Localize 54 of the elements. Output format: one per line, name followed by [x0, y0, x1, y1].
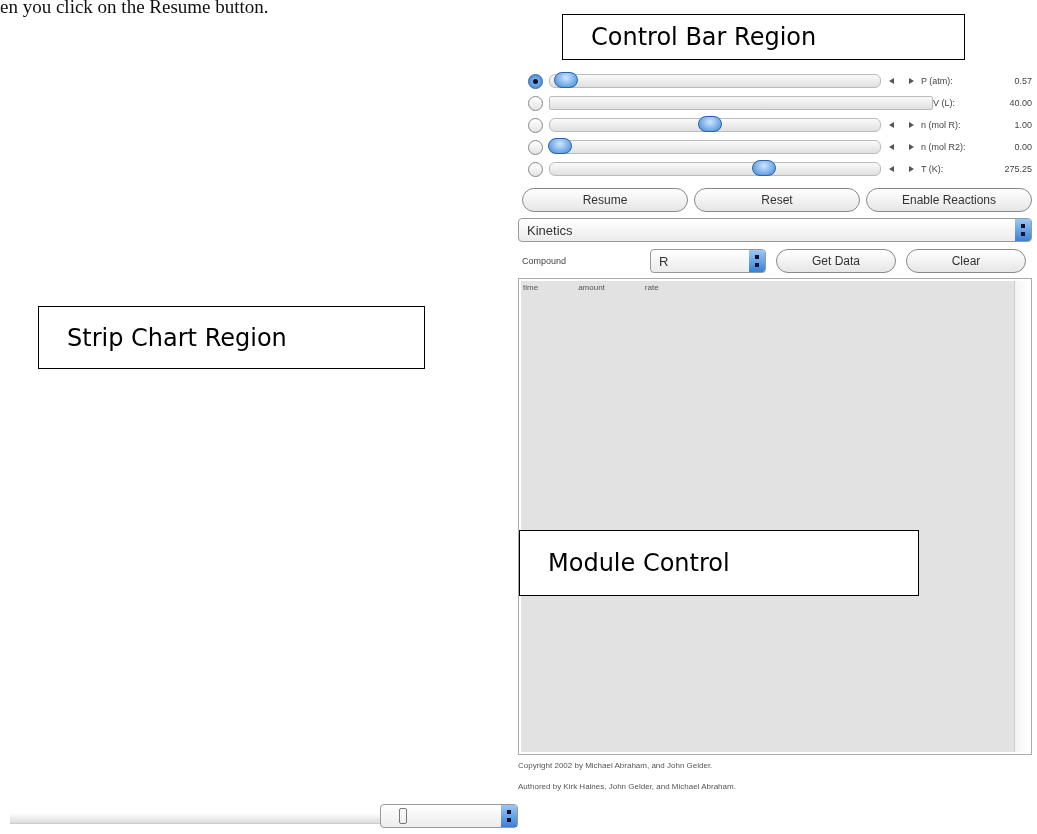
column-header: rate [644, 283, 659, 292]
right-arrow-icon[interactable] [908, 78, 914, 84]
annotation-box: Control Bar Region [562, 14, 965, 60]
radio-button[interactable] [528, 95, 543, 111]
radio-button[interactable] [528, 117, 543, 133]
annotation-box: Module Control [519, 530, 919, 596]
action-button[interactable]: Clear [906, 249, 1026, 273]
control-label: V (L): [933, 98, 956, 108]
right-arrow-icon[interactable] [908, 144, 914, 150]
handle-icon [399, 808, 407, 824]
left-arrow-icon[interactable] [888, 166, 894, 172]
radio-button[interactable] [528, 161, 543, 177]
control-value: 40.00 [1008, 98, 1032, 108]
slider-track[interactable] [549, 74, 881, 88]
column-header: amount [578, 283, 605, 292]
slider-thumb[interactable] [548, 138, 572, 154]
credit-text: Copyright 2002 by Michael Abraham, and John Gelder. [518, 761, 714, 770]
left-arrow-icon[interactable] [888, 78, 894, 84]
slider-track[interactable] [549, 162, 881, 176]
control-value: 1.00 [1013, 120, 1032, 130]
slider-thumb[interactable] [752, 160, 776, 176]
control-label: n (mol R2): [921, 142, 967, 152]
stepper-icon [501, 805, 517, 827]
control-label: T (K): [921, 164, 945, 174]
radio-button[interactable] [528, 73, 543, 89]
compound-label: Compound [522, 256, 568, 266]
control-label: n (mol R): [921, 120, 962, 130]
slider-track[interactable] [549, 118, 881, 132]
compound-dropdown[interactable]: R [650, 249, 766, 273]
annotation-box: Strip Chart Region [38, 306, 425, 369]
dropdown[interactable] [380, 804, 518, 828]
action-button[interactable]: Get Data [776, 249, 896, 273]
control-value: 275.25 [1003, 164, 1032, 174]
action-button[interactable]: Reset [694, 188, 860, 212]
control-label: P (atm): [921, 76, 954, 86]
control-value: 0.57 [1013, 76, 1032, 86]
slider-thumb[interactable] [698, 116, 722, 132]
slider-track[interactable] [549, 140, 881, 154]
stepper-icon [1015, 219, 1031, 241]
left-arrow-icon[interactable] [888, 144, 894, 150]
left-arrow-icon[interactable] [888, 122, 894, 128]
credit-text: Authored by Kirk Haines, John Gelder, and Michael Abraham. [518, 782, 737, 791]
control-value: 0.00 [1013, 142, 1032, 152]
column-header: time [523, 283, 539, 292]
radio-button[interactable] [528, 139, 543, 155]
action-button[interactable]: Enable Reactions [866, 188, 1032, 212]
right-arrow-icon[interactable] [908, 166, 914, 172]
action-button[interactable]: Resume [522, 188, 688, 212]
module-dropdown[interactable]: Kinetics [518, 218, 1032, 242]
scroll-track[interactable] [10, 813, 380, 824]
right-arrow-icon[interactable] [908, 122, 914, 128]
document-text: en you click on the Resume button. [0, 0, 269, 18]
stepper-icon [749, 250, 765, 272]
slider-thumb[interactable] [554, 72, 578, 88]
